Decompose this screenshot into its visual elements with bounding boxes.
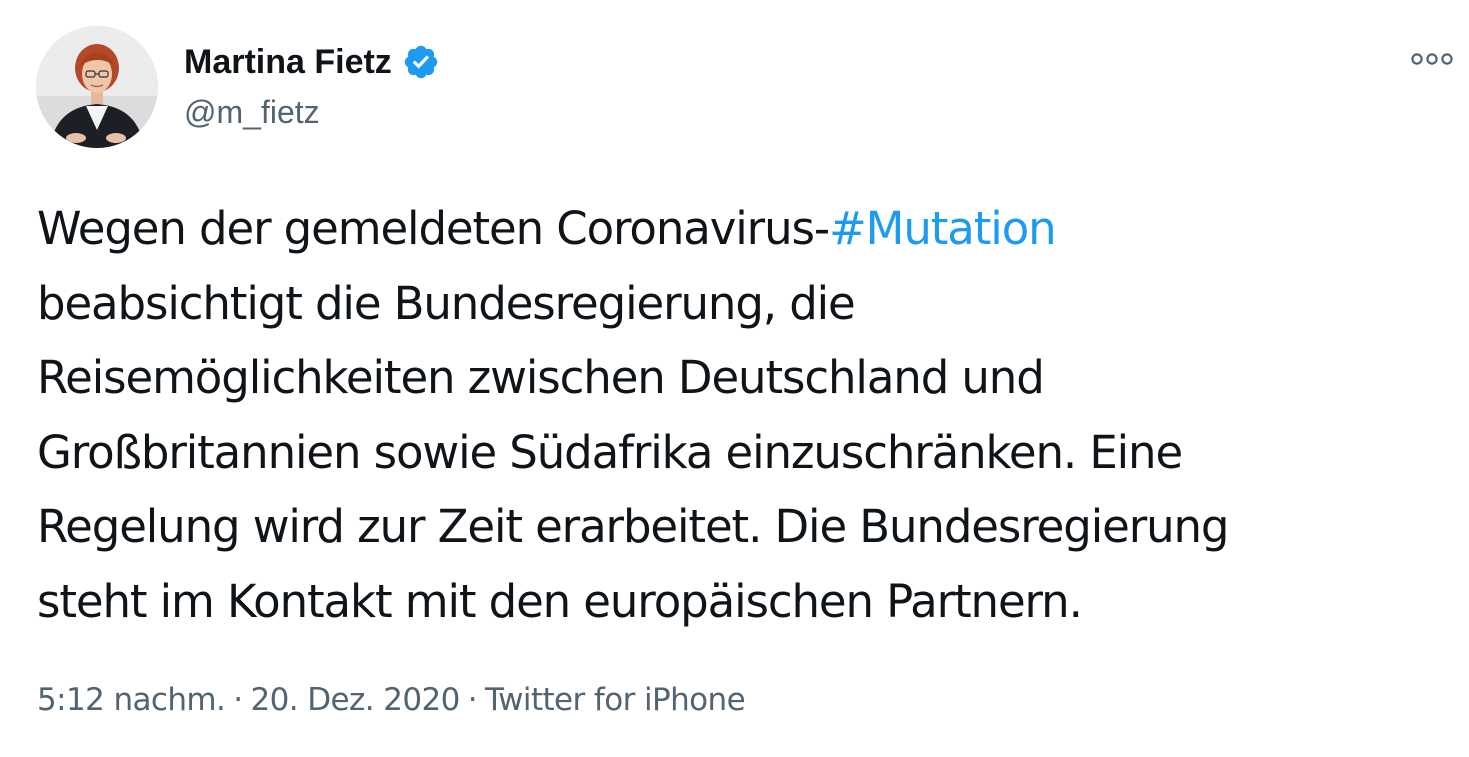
tweet-date[interactable]: 20. Dez. 2020 — [251, 682, 461, 718]
meta-separator: · — [467, 682, 478, 718]
author-display-name[interactable]: Martina Fietz — [184, 42, 392, 82]
more-options-icon[interactable] — [1408, 44, 1456, 74]
tweet-card: Martina Fietz @m_fietz Wegen der gemelde… — [0, 0, 1469, 757]
avatar[interactable] — [36, 26, 158, 148]
meta-separator: · — [233, 682, 243, 718]
tweet-text-line: Wegen der gemeldeten Coronavirus-#Mutati… — [37, 192, 1447, 267]
tweet-time[interactable]: 5:12 nachm. — [37, 682, 226, 718]
tweet-text-line: Reisemöglichkeiten zwischen Deutschland … — [37, 351, 1045, 404]
author-handle[interactable]: @m_fietz — [184, 92, 320, 132]
tweet-text-line: Regelung wird zur Zeit erarbeitet. Die B… — [37, 500, 1230, 553]
tweet-text-line: steht im Kontakt mit den europäischen Pa… — [37, 574, 1083, 628]
tweet-source[interactable]: Twitter for iPhone — [485, 682, 746, 718]
avatar-image — [36, 26, 158, 148]
tweet-text: Wegen der gemeldeten Coronavirus-#Mutati… — [37, 192, 1447, 639]
tweet-text-start: Wegen der gemeldeten Coronavirus- — [37, 202, 830, 255]
tweet-text-line: Großbritannien sowie Südafrika einzuschr… — [37, 425, 1183, 479]
tweet-meta: 5:12 nachm. · 20. Dez. 2020 · Twitter for iP… — [37, 678, 746, 722]
hashtag-link[interactable]: #Mutation — [829, 202, 1057, 255]
tweet-text-line: beabsichtigt die Bundesregierung, die — [37, 276, 856, 330]
verified-badge-icon — [402, 43, 440, 81]
author-name-row[interactable]: Martina Fietz — [184, 42, 440, 82]
